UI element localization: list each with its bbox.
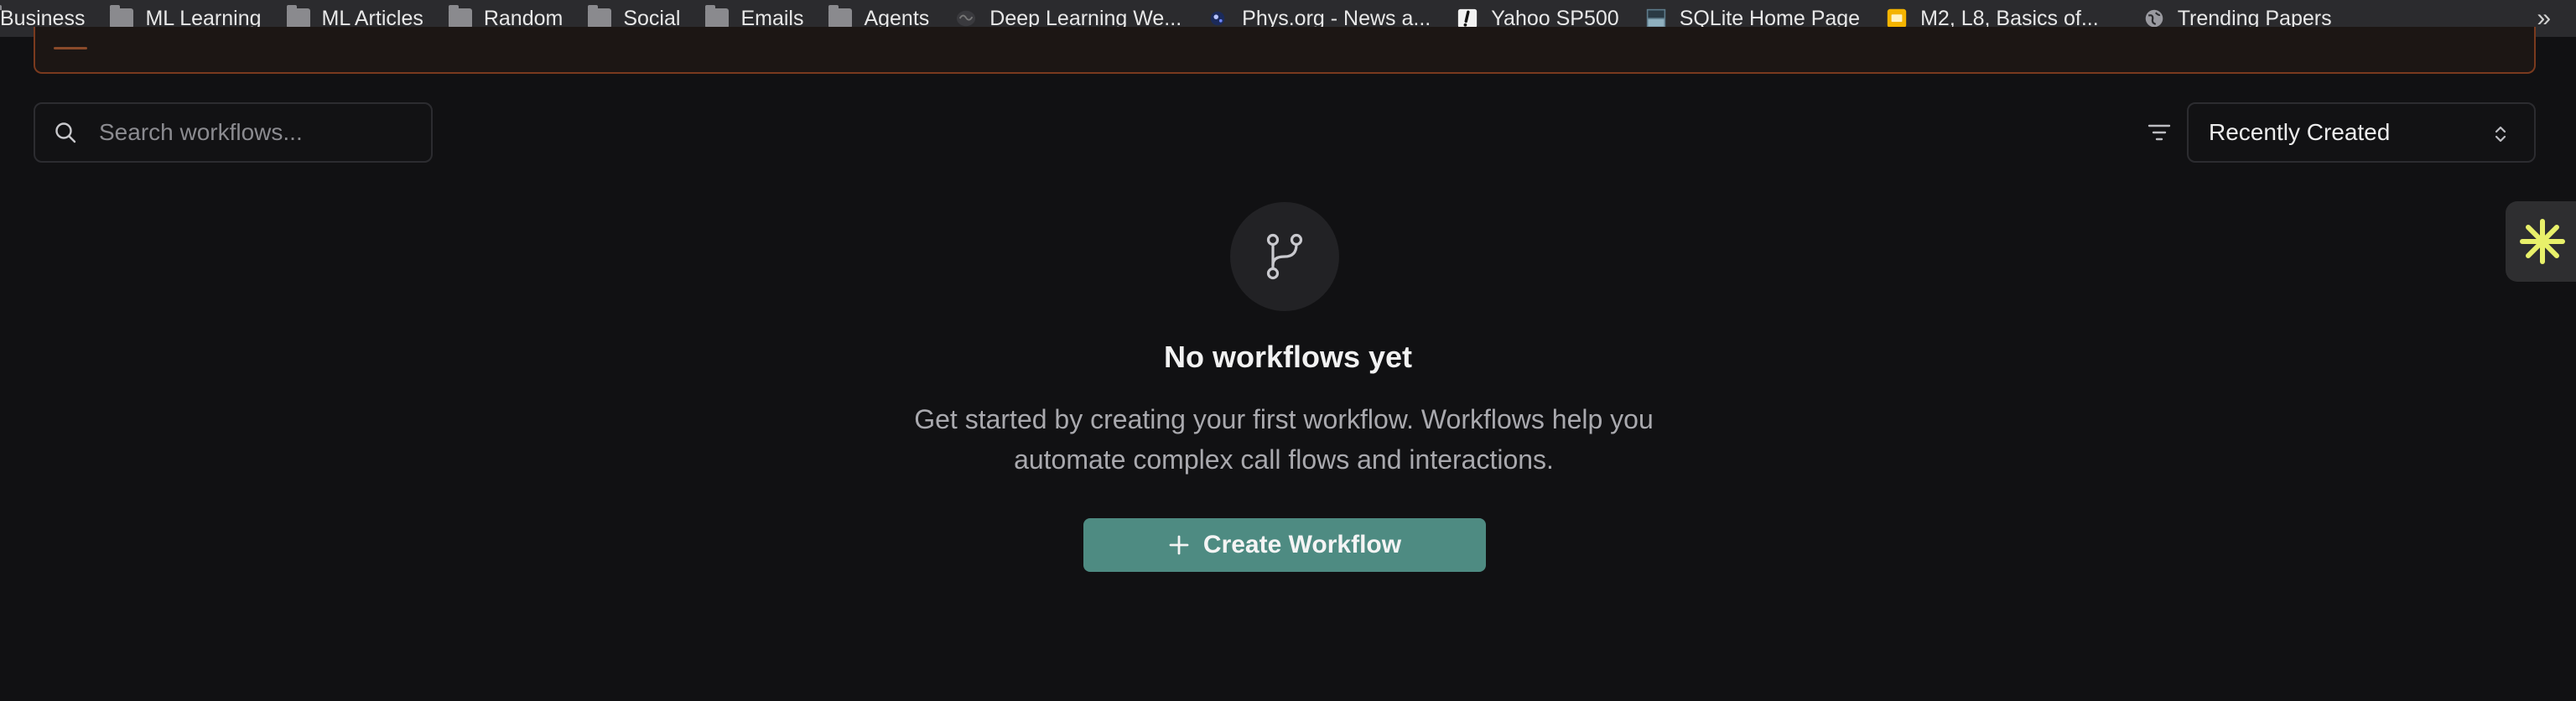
bookmarks-overflow-button[interactable]: » xyxy=(2537,0,2551,37)
sort-selected-value: Recently Created xyxy=(2209,119,2391,145)
globe-icon xyxy=(2145,9,2163,28)
banner-divider xyxy=(54,47,87,49)
warning-banner xyxy=(34,27,2536,74)
git-branch-icon xyxy=(1266,233,1303,280)
create-workflow-button[interactable]: Create Workflow xyxy=(1083,518,1486,572)
yahoo-favicon xyxy=(1458,8,1478,29)
asterisk-icon xyxy=(2520,219,2565,264)
folder-icon xyxy=(705,5,730,29)
phys-favicon xyxy=(1210,11,1225,26)
slides-favicon xyxy=(1887,8,1907,29)
assistant-widget-button[interactable] xyxy=(2506,201,2576,282)
search-icon xyxy=(55,122,76,143)
plus-icon xyxy=(1169,535,1189,555)
folder-icon xyxy=(448,5,472,29)
chevron-up-down-icon xyxy=(2495,126,2506,143)
empty-state-description: Get started by creating your first workf… xyxy=(914,404,1654,475)
sqlite-favicon xyxy=(1646,8,1665,29)
search-input[interactable] xyxy=(97,118,399,147)
create-workflow-label: Create Workflow xyxy=(1202,531,1402,558)
sort-select[interactable]: Recently Created xyxy=(2187,102,2536,163)
search-box[interactable] xyxy=(34,102,433,163)
brain-favicon xyxy=(957,10,976,27)
folder-icon xyxy=(588,5,612,29)
empty-state-title: No workflows yet xyxy=(1163,340,1413,374)
folder-icon xyxy=(828,5,853,29)
empty-state-icon-circle xyxy=(1230,202,1339,311)
folder-icon xyxy=(110,5,134,29)
filter-icon[interactable] xyxy=(2147,121,2172,144)
folder-icon xyxy=(286,5,310,29)
